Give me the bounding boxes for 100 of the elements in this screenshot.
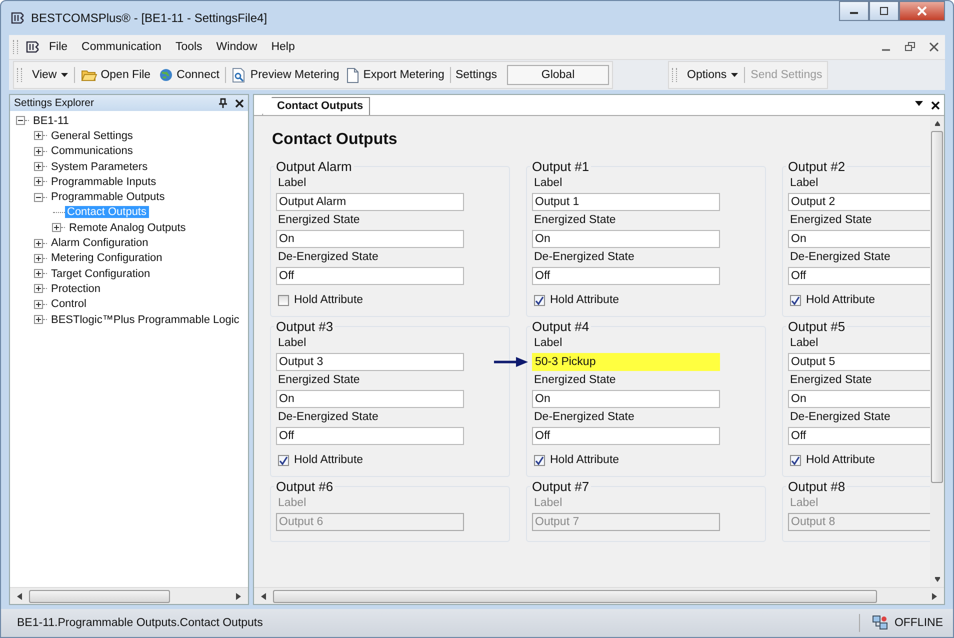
dropdown-icon[interactable] (915, 100, 923, 106)
settings-field[interactable]: Global (507, 65, 610, 85)
energized-state-input[interactable]: On (788, 230, 930, 248)
tree-item[interactable]: General Settings (49, 130, 135, 142)
tree-item[interactable]: Metering Configuration (49, 252, 164, 264)
horizontal-scrollbar[interactable] (254, 587, 944, 604)
expand-icon[interactable] (34, 284, 43, 294)
checkbox-icon[interactable] (534, 454, 545, 466)
expand-icon[interactable] (52, 223, 61, 232)
checkbox-icon[interactable] (534, 294, 545, 306)
tree-item[interactable]: BE1-11 (31, 114, 71, 127)
energized-state-input[interactable]: On (532, 230, 720, 248)
scroll-arrow-icon[interactable] (236, 592, 241, 600)
close-icon[interactable] (235, 98, 244, 108)
energized-state-input[interactable]: On (276, 230, 464, 248)
de-energized-state-input[interactable]: Off (532, 427, 720, 445)
expand-icon[interactable] (34, 131, 43, 140)
tree-item[interactable]: Control (49, 298, 88, 310)
collapse-icon[interactable] (16, 116, 25, 126)
tree-item[interactable]: Programmable Outputs (49, 191, 167, 204)
checkbox-icon[interactable] (790, 294, 801, 306)
close-button[interactable] (899, 1, 945, 21)
expand-icon[interactable] (34, 162, 43, 172)
de-energized-state-input[interactable]: Off (788, 427, 930, 445)
view-menu-button[interactable]: View (30, 67, 70, 83)
label-input[interactable]: Output 2 (788, 193, 930, 211)
app-logo-icon (11, 12, 25, 24)
connect-button[interactable]: Connect (156, 66, 222, 84)
close-icon[interactable] (929, 42, 939, 52)
restore-icon[interactable] (905, 42, 915, 52)
hold-attribute-checkbox[interactable]: Hold Attribute (534, 454, 765, 466)
field-label: Label (534, 497, 564, 509)
horizontal-scrollbar[interactable] (10, 587, 248, 604)
energized-state-input[interactable]: On (788, 390, 930, 408)
group-title: Output #7 (531, 479, 590, 494)
hold-attribute-checkbox[interactable]: Hold Attribute (790, 454, 930, 466)
label-input[interactable]: Output 1 (532, 193, 720, 211)
tree-item[interactable]: Target Configuration (49, 268, 152, 280)
expand-icon[interactable] (34, 269, 43, 278)
open-file-button[interactable]: Open File (78, 66, 153, 84)
document-tab[interactable]: Contact Outputs (262, 97, 370, 115)
tree-item[interactable]: Protection (49, 282, 103, 295)
expand-icon[interactable] (34, 254, 43, 263)
maximize-button[interactable] (869, 1, 899, 21)
window-title: BESTCOMSPlus® - [BE1-11 - SettingsFile4] (31, 11, 268, 25)
vertical-scrollbar[interactable] (930, 116, 944, 587)
de-energized-state-input[interactable]: Off (788, 267, 930, 285)
export-metering-button[interactable]: Export Metering (345, 66, 446, 84)
globe-icon (158, 68, 173, 82)
tree-item[interactable]: Remote Analog Outputs (67, 222, 188, 234)
menu-item[interactable]: Window (211, 39, 262, 55)
checkbox-icon[interactable] (278, 294, 289, 306)
de-energized-state-input[interactable]: Off (276, 267, 464, 285)
menu-item[interactable]: Help (266, 39, 300, 55)
preview-metering-button[interactable]: Preview Metering (230, 66, 342, 84)
tree-item[interactable]: Communications (49, 145, 135, 158)
de-energized-state-input[interactable]: Off (532, 267, 720, 285)
close-icon[interactable] (931, 100, 940, 110)
tree-item[interactable]: Programmable Inputs (49, 176, 158, 188)
field-label: Energized State (790, 214, 873, 226)
scroll-arrow-icon[interactable] (934, 120, 940, 127)
energized-state-input[interactable]: On (532, 390, 720, 408)
expand-icon[interactable] (34, 315, 43, 324)
hold-attribute-checkbox[interactable]: Hold Attribute (278, 454, 509, 466)
app-logo-icon[interactable] (26, 41, 40, 53)
options-menu-button[interactable]: Options (685, 67, 740, 83)
scroll-arrow-icon[interactable] (932, 592, 937, 600)
label-input[interactable]: Output 3 (276, 353, 464, 371)
de-energized-state-input[interactable]: Off (276, 427, 464, 445)
energized-state-input[interactable]: On (276, 390, 464, 408)
collapse-icon[interactable] (34, 192, 43, 202)
hold-attribute-checkbox[interactable]: Hold Attribute (278, 294, 509, 306)
hold-attribute-checkbox[interactable]: Hold Attribute (534, 294, 765, 306)
close-icon (917, 6, 927, 16)
minimize-button[interactable] (839, 1, 869, 21)
tree-item[interactable]: BESTlogic™Plus Programmable Logic (49, 314, 242, 326)
expand-icon[interactable] (34, 238, 43, 248)
scroll-arrow-icon[interactable] (934, 576, 940, 583)
checkbox-icon[interactable] (278, 454, 289, 466)
expand-icon[interactable] (34, 146, 43, 156)
group-title: Output #4 (531, 319, 590, 334)
tree-item[interactable]: System Parameters (49, 160, 150, 173)
field-label: Energized State (790, 374, 873, 386)
label-input[interactable]: Output 5 (788, 353, 930, 371)
label-input[interactable]: 50-3 Pickup (532, 353, 720, 371)
checkbox-icon[interactable] (790, 454, 801, 466)
menu-item[interactable]: Communication (76, 39, 166, 55)
panel-title: Settings Explorer (14, 97, 95, 109)
pin-icon[interactable] (219, 98, 227, 108)
expand-icon[interactable] (34, 177, 43, 186)
caret-icon (60, 73, 68, 77)
connection-status: OFFLINE (894, 617, 943, 629)
scroll-arrow-icon[interactable] (261, 592, 266, 600)
scroll-arrow-icon[interactable] (17, 592, 22, 600)
menu-item[interactable]: File (44, 39, 73, 55)
hold-attribute-checkbox[interactable]: Hold Attribute (790, 294, 930, 306)
expand-icon[interactable] (34, 300, 43, 309)
tree-item[interactable]: Alarm Configuration (49, 237, 150, 250)
label-input[interactable]: Output Alarm (276, 193, 464, 211)
menu-item[interactable]: Tools (170, 39, 208, 55)
